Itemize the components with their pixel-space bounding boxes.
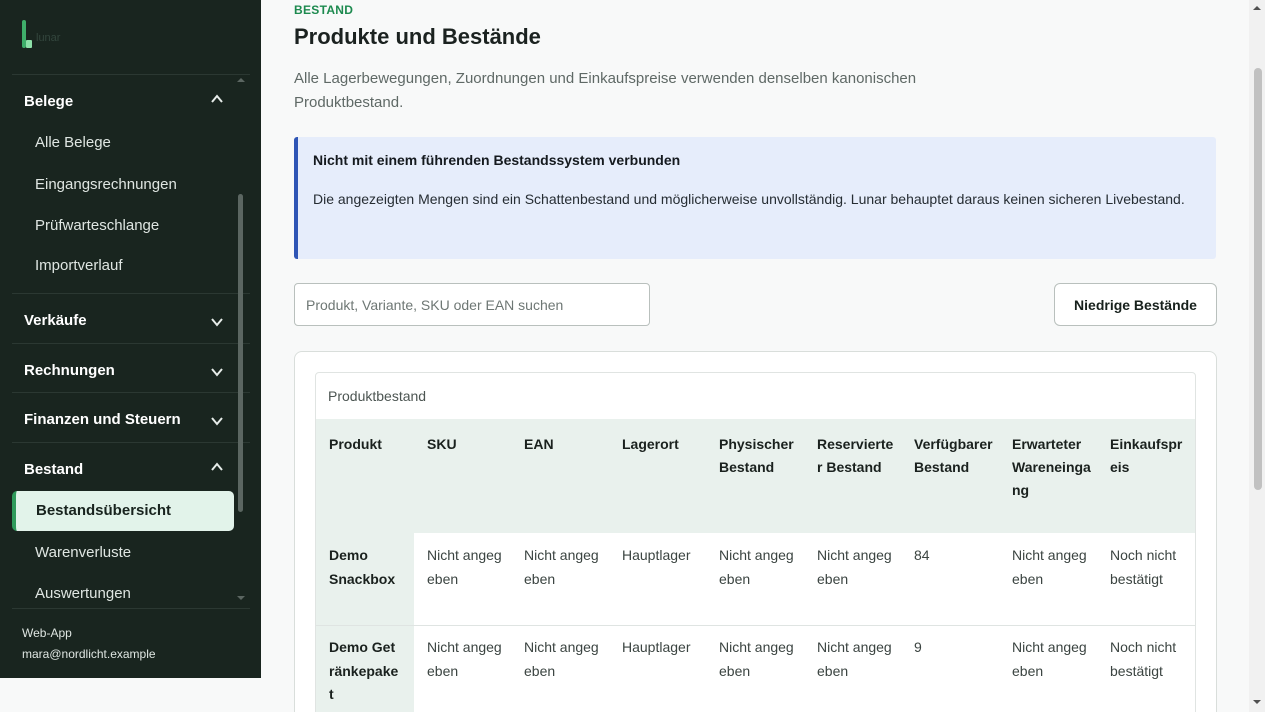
- table-caption: Produktbestand: [328, 388, 427, 404]
- sidebar-divider: [12, 293, 250, 294]
- page-title: Produkte und Bestände: [294, 24, 541, 49]
- inventory-card: Produktbestand Produkt SKU EAN Lagerort …: [294, 351, 1217, 712]
- table-cell-physischer-bestand: Nicht angegeben: [719, 547, 794, 587]
- table-cell-ean: Nicht angegeben: [524, 547, 599, 587]
- sidebar-section-verkaeufe[interactable]: Verkäufe: [24, 312, 87, 329]
- column-header-ean[interactable]: EAN: [524, 433, 604, 456]
- chevron-down-icon[interactable]: [210, 365, 224, 379]
- table-cell-lagerort: Hauptlager: [622, 547, 691, 563]
- scroll-down-arrow-icon[interactable]: [1252, 698, 1262, 706]
- column-header-sku[interactable]: SKU: [427, 433, 507, 456]
- table-cell-einkaufspreis: Noch nicht bestätigt: [1110, 547, 1177, 587]
- sidebar-section-finanzen[interactable]: Finanzen und Steuern: [24, 411, 181, 428]
- column-header-einkaufspreis[interactable]: Einkaufspreis: [1110, 433, 1190, 479]
- table-cell-lagerort: Hauptlager: [622, 639, 691, 655]
- main-content: BESTAND Produkte und Bestände Alle Lager…: [261, 0, 1249, 712]
- row-divider: [316, 625, 1195, 626]
- sidebar-item-pruefwarteschlange[interactable]: Prüfwarteschlange: [35, 217, 159, 234]
- sidebar-item-alle-belege[interactable]: Alle Belege: [35, 134, 111, 151]
- sidebar-divider: [12, 343, 250, 344]
- sidebar-section-bestand[interactable]: Bestand: [24, 461, 83, 478]
- table-cell-einkaufspreis: Noch nicht bestätigt: [1110, 639, 1177, 679]
- page-scrollbar-thumb[interactable]: [1254, 68, 1262, 490]
- page-eyebrow: BESTAND: [294, 3, 354, 17]
- sidebar-item-label: Bestandsübersicht: [36, 502, 172, 519]
- column-header-produkt[interactable]: Produkt: [329, 433, 409, 456]
- scroll-up-arrow-icon[interactable]: [236, 76, 246, 84]
- brand-logo[interactable]: lunar: [20, 18, 60, 52]
- inventory-table: Produktbestand Produkt SKU EAN Lagerort …: [315, 372, 1196, 712]
- notice-body: Die angezeigten Mengen sind ein Schatten…: [313, 191, 1185, 207]
- sidebar-item-auswertungen[interactable]: Auswertungen: [35, 585, 131, 602]
- sidebar-divider: [12, 392, 250, 393]
- sidebar: lunar Belege Alle Belege Eingangsrechnun…: [0, 0, 261, 678]
- info-notice: Nicht mit einem führenden Bestandssystem…: [294, 137, 1216, 259]
- column-header-erwarteter-wareneingang[interactable]: Erwarteter Wareneingang: [1012, 433, 1092, 502]
- sidebar-item-importverlauf[interactable]: Importverlauf: [35, 257, 123, 274]
- chevron-down-icon[interactable]: [210, 315, 224, 329]
- column-header-physischer-bestand[interactable]: Physischer Bestand: [719, 433, 799, 479]
- column-header-verfuegbarer-bestand[interactable]: Verfügbarer Bestand: [914, 433, 994, 479]
- table-cell-erwarteter-wareneingang: Nicht angegeben: [1012, 639, 1087, 679]
- chevron-up-icon[interactable]: [210, 460, 224, 474]
- sidebar-divider: [12, 74, 250, 75]
- sidebar-divider: [12, 442, 250, 443]
- table-cell-sku: Nicht angegeben: [427, 639, 502, 679]
- table-header: Produkt SKU EAN Lagerort Physischer Best…: [316, 419, 1195, 533]
- table-cell-verfuegbarer-bestand: 9: [914, 639, 922, 655]
- footer-app-label: Web-App: [22, 626, 72, 640]
- table-cell-physischer-bestand: Nicht angegeben: [719, 639, 794, 679]
- product-name[interactable]: Demo Snackbox: [329, 544, 403, 591]
- search-input[interactable]: [294, 283, 650, 326]
- table-cell-verfuegbarer-bestand: 84: [914, 547, 930, 563]
- sidebar-divider: [12, 608, 250, 609]
- column-header-lagerort[interactable]: Lagerort: [622, 433, 702, 456]
- notice-title: Nicht mit einem führenden Bestandssystem…: [313, 152, 681, 168]
- scroll-down-arrow-icon[interactable]: [236, 594, 246, 602]
- footer-user-email: mara@nordlicht.example: [22, 647, 156, 661]
- sidebar-item-bestandsuebersicht[interactable]: Bestandsübersicht: [12, 491, 234, 531]
- chevron-down-icon[interactable]: [210, 414, 224, 428]
- low-stock-button[interactable]: Niedrige Bestände: [1054, 283, 1217, 326]
- table-cell-sku: Nicht angegeben: [427, 547, 502, 587]
- sidebar-section-belege[interactable]: Belege: [24, 93, 73, 110]
- sidebar-item-eingangsrechnungen[interactable]: Eingangsrechnungen: [35, 176, 177, 193]
- column-header-reservierter-bestand[interactable]: Reservierter Bestand: [817, 433, 897, 479]
- table-cell-reservierter-bestand: Nicht angegeben: [817, 639, 892, 679]
- brand-name: lunar: [36, 32, 61, 44]
- product-name[interactable]: Demo Getränkepaket: [329, 636, 399, 707]
- table-cell-erwarteter-wareneingang: Nicht angegeben: [1012, 547, 1087, 587]
- sidebar-item-warenverluste[interactable]: Warenverluste: [35, 544, 131, 561]
- app-root: lunar Belege Alle Belege Eingangsrechnun…: [0, 0, 1265, 712]
- lunar-logo-mark: [26, 40, 32, 48]
- page-description: Alle Lagerbewegungen, Zuordnungen und Ei…: [294, 70, 917, 111]
- table-cell-ean: Nicht angegeben: [524, 639, 599, 679]
- chevron-up-icon[interactable]: [210, 92, 224, 106]
- table-cell-reservierter-bestand: Nicht angegeben: [817, 547, 892, 587]
- sidebar-section-rechnungen[interactable]: Rechnungen: [24, 362, 115, 379]
- scroll-up-arrow-icon[interactable]: [1252, 4, 1262, 12]
- sidebar-scrollbar-thumb[interactable]: [238, 194, 243, 512]
